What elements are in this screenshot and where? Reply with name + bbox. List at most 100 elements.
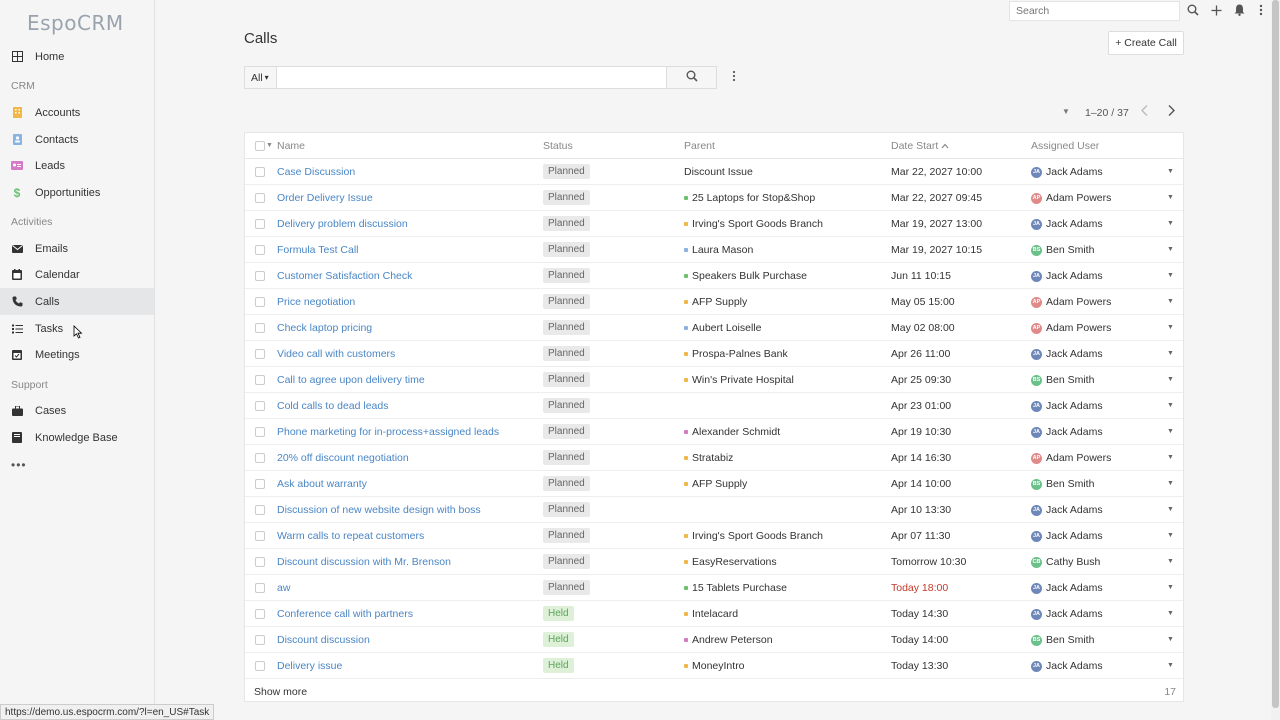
table-row[interactable]: Warm calls to repeat customers Planned I… — [245, 523, 1183, 549]
sidebar-item-opportunities[interactable]: $ Opportunities — [0, 179, 154, 206]
parent-link[interactable]: Win's Private Hospital — [692, 374, 794, 386]
call-name-link[interactable]: Call to agree upon delivery time — [277, 374, 425, 386]
row-actions-dropdown[interactable]: ▼ — [1167, 584, 1174, 591]
table-row[interactable]: Delivery problem discussion Planned Irvi… — [245, 211, 1183, 237]
row-actions-dropdown[interactable]: ▼ — [1167, 636, 1174, 643]
table-row[interactable]: Customer Satisfaction Check Planned Spea… — [245, 263, 1183, 289]
column-status[interactable]: Status — [543, 140, 573, 152]
table-row[interactable]: Cold calls to dead leads Planned Apr 23 … — [245, 393, 1183, 419]
call-name-link[interactable]: Case Discussion — [277, 166, 355, 178]
assigned-user-cell[interactable]: JA Jack Adams — [1031, 504, 1103, 516]
parent-link[interactable]: 15 Tablets Purchase — [692, 582, 787, 594]
row-actions-dropdown[interactable]: ▼ — [1167, 376, 1174, 383]
row-actions-dropdown[interactable]: ▼ — [1167, 402, 1174, 409]
row-actions-dropdown[interactable]: ▼ — [1167, 298, 1174, 305]
parent-link[interactable]: AFP Supply — [692, 296, 747, 308]
previous-page-button[interactable] — [1137, 104, 1151, 120]
parent-link[interactable]: Intelacard — [692, 608, 738, 620]
row-checkbox[interactable] — [255, 531, 265, 541]
row-actions-dropdown[interactable]: ▼ — [1167, 662, 1174, 669]
row-checkbox[interactable] — [255, 271, 265, 281]
sidebar-item-home[interactable]: Home — [0, 43, 154, 70]
table-row[interactable]: Discount discussion with Mr. Brenson Pla… — [245, 549, 1183, 575]
parent-link[interactable]: Laura Mason — [692, 244, 753, 256]
row-actions-dropdown[interactable]: ▼ — [1167, 194, 1174, 201]
global-search-input[interactable] — [1009, 1, 1180, 21]
select-all-caret[interactable]: ▼ — [266, 142, 273, 149]
row-checkbox[interactable] — [255, 505, 265, 515]
table-row[interactable]: Case Discussion Planned Discount Issue M… — [245, 159, 1183, 185]
select-all-checkbox[interactable] — [255, 141, 265, 151]
table-row[interactable]: Order Delivery Issue Planned 25 Laptops … — [245, 185, 1183, 211]
row-actions-dropdown[interactable]: ▼ — [1167, 454, 1174, 461]
parent-link[interactable]: MoneyIntro — [692, 660, 745, 672]
column-date-start[interactable]: Date Start — [891, 140, 949, 152]
row-checkbox[interactable] — [255, 323, 265, 333]
row-actions-dropdown[interactable]: ▼ — [1167, 506, 1174, 513]
parent-link[interactable]: AFP Supply — [692, 478, 747, 490]
call-name-link[interactable]: Cold calls to dead leads — [277, 400, 389, 412]
list-search-input[interactable] — [276, 66, 667, 89]
call-name-link[interactable]: 20% off discount negotiation — [277, 452, 409, 464]
assigned-user-cell[interactable]: AP Adam Powers — [1031, 192, 1111, 204]
assigned-user-cell[interactable]: JA Jack Adams — [1031, 166, 1103, 178]
row-actions-dropdown[interactable]: ▼ — [1167, 428, 1174, 435]
assigned-user-cell[interactable]: JA Jack Adams — [1031, 218, 1103, 230]
assigned-user-cell[interactable]: JA Jack Adams — [1031, 270, 1103, 282]
row-actions-dropdown[interactable]: ▼ — [1167, 532, 1174, 539]
show-more-button[interactable]: Show more — [254, 686, 307, 698]
parent-link[interactable]: Irving's Sport Goods Branch — [692, 218, 823, 230]
sidebar-item-calendar[interactable]: Calendar — [0, 261, 154, 288]
call-name-link[interactable]: Discount discussion — [277, 634, 370, 646]
parent-link[interactable]: Andrew Peterson — [692, 634, 773, 646]
row-checkbox[interactable] — [255, 583, 265, 593]
scrollbar-thumb[interactable] — [1272, 0, 1279, 708]
sidebar-more-button[interactable]: ••• — [11, 458, 27, 472]
call-name-link[interactable]: Delivery issue — [277, 660, 342, 672]
call-name-link[interactable]: Check laptop pricing — [277, 322, 372, 334]
sidebar-item-accounts[interactable]: Accounts — [0, 99, 154, 126]
assigned-user-cell[interactable]: AP Adam Powers — [1031, 452, 1111, 464]
sidebar-item-cases[interactable]: Cases — [0, 397, 154, 424]
sidebar-item-leads[interactable]: Leads — [0, 152, 154, 179]
assigned-user-cell[interactable]: BS Ben Smith — [1031, 244, 1094, 256]
assigned-user-cell[interactable]: JA Jack Adams — [1031, 530, 1103, 542]
table-row[interactable]: Conference call with partners Held Intel… — [245, 601, 1183, 627]
parent-link[interactable]: 25 Laptops for Stop&Shop — [692, 192, 815, 204]
row-checkbox[interactable] — [255, 661, 265, 671]
call-name-link[interactable]: Formula Test Call — [277, 244, 359, 256]
parent-link[interactable]: EasyReservations — [692, 556, 777, 568]
assigned-user-cell[interactable]: BS Ben Smith — [1031, 374, 1094, 386]
kebab-menu-icon[interactable] — [1253, 2, 1269, 18]
pagination-dropdown[interactable]: ▼ — [1062, 107, 1070, 116]
assigned-user-cell[interactable]: JA Jack Adams — [1031, 348, 1103, 360]
parent-link[interactable]: Speakers Bulk Purchase — [692, 270, 807, 282]
call-name-link[interactable]: Price negotiation — [277, 296, 355, 308]
parent-link[interactable]: Stratabiz — [692, 452, 733, 464]
table-row[interactable]: Check laptop pricing Planned Aubert Lois… — [245, 315, 1183, 341]
table-row[interactable]: Price negotiation Planned AFP Supply May… — [245, 289, 1183, 315]
assigned-user-cell[interactable]: JA Jack Adams — [1031, 426, 1103, 438]
table-row[interactable]: Formula Test Call Planned Laura Mason Ma… — [245, 237, 1183, 263]
row-actions-dropdown[interactable]: ▼ — [1167, 610, 1174, 617]
search-icon[interactable] — [1185, 2, 1201, 18]
row-checkbox[interactable] — [255, 453, 265, 463]
row-checkbox[interactable] — [255, 609, 265, 619]
call-name-link[interactable]: Discount discussion with Mr. Brenson — [277, 556, 451, 568]
sidebar-item-calls[interactable]: Calls — [0, 288, 154, 315]
call-name-link[interactable]: aw — [277, 582, 290, 594]
row-checkbox[interactable] — [255, 401, 265, 411]
column-assigned-user[interactable]: Assigned User — [1031, 140, 1099, 152]
table-row[interactable]: Delivery issue Held MoneyIntro Today 13:… — [245, 653, 1183, 679]
table-row[interactable]: Phone marketing for in-process+assigned … — [245, 419, 1183, 445]
row-checkbox[interactable] — [255, 167, 265, 177]
parent-link[interactable]: Aubert Loiselle — [692, 322, 761, 334]
parent-link[interactable]: Irving's Sport Goods Branch — [692, 530, 823, 542]
table-row[interactable]: 20% off discount negotiation Planned Str… — [245, 445, 1183, 471]
sidebar-item-contacts[interactable]: Contacts — [0, 126, 154, 153]
sidebar-item-meetings[interactable]: Meetings — [0, 341, 154, 368]
row-checkbox[interactable] — [255, 427, 265, 437]
row-actions-dropdown[interactable]: ▼ — [1167, 480, 1174, 487]
table-row[interactable]: aw Planned 15 Tablets Purchase Today 18:… — [245, 575, 1183, 601]
plus-icon[interactable] — [1208, 2, 1224, 18]
